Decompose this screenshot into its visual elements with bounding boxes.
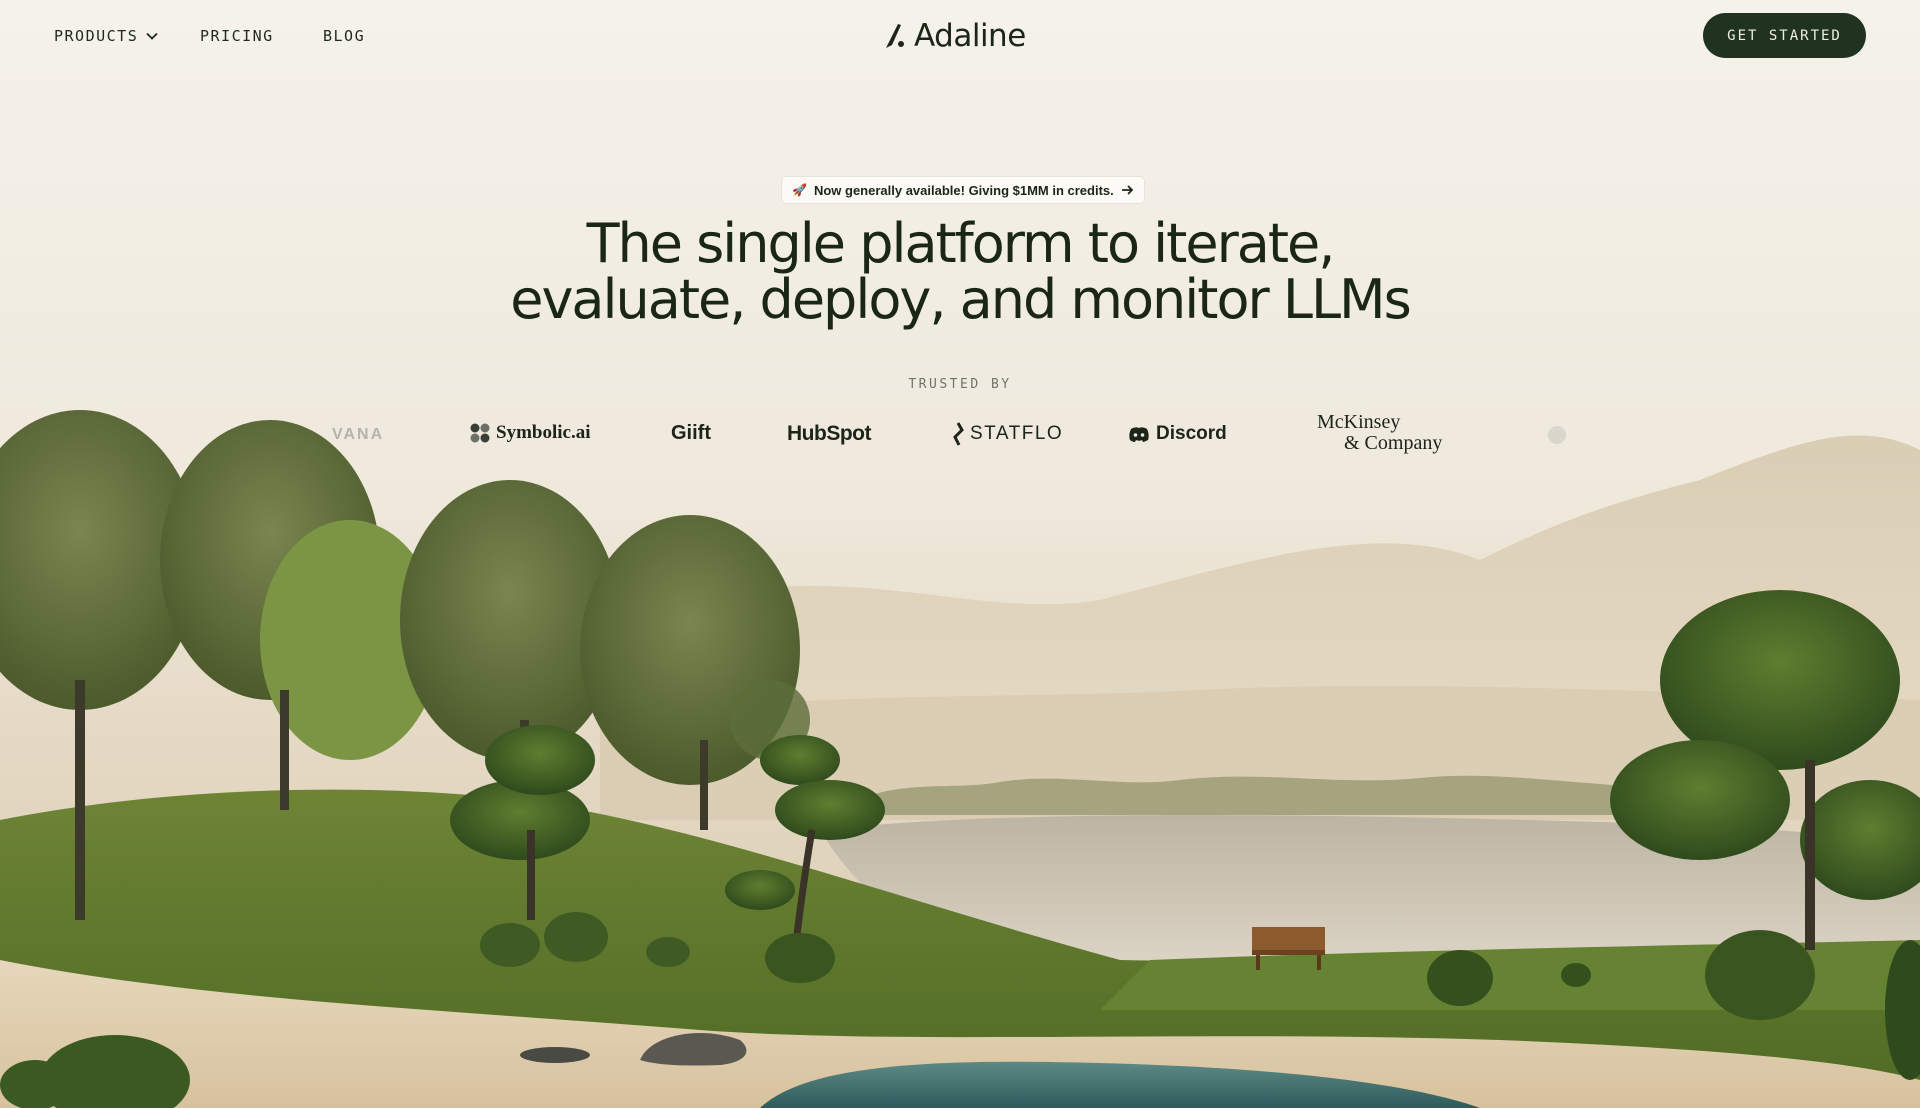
hero-headline: The single platform to iterate, evaluate…: [460, 216, 1460, 328]
get-started-button[interactable]: GET STARTED: [1703, 13, 1866, 58]
brand-name: Adaline: [914, 18, 1026, 54]
announcement-badge[interactable]: 🚀 Now generally available! Giving $1MM i…: [781, 176, 1145, 204]
logo-mckinsey: McKinsey & Company: [1317, 412, 1442, 454]
logo-vana-text: VANA: [332, 426, 385, 443]
chevron-down-icon: [146, 32, 158, 40]
brand-logo[interactable]: Adaline: [884, 18, 1026, 54]
logo-mckinsey-line-2: & Company: [1344, 432, 1443, 454]
logo-giift: Giift: [671, 422, 711, 445]
logo-hubspot: HubSpot: [787, 422, 871, 446]
trusted-by-label: TRUSTED BY: [908, 377, 1012, 392]
logo-symbolic-ai: Symbolic.ai: [470, 422, 590, 444]
partial-logo: [1548, 426, 1566, 444]
adaline-logo-icon: [886, 24, 904, 48]
customer-logos-strip: VANA Symbolic.ai Giift HubSpot STATFLO D…: [0, 410, 1920, 460]
logo-hubspot-text: HubSpot: [787, 422, 871, 445]
logo-mckinsey-line-1: McKinsey: [1317, 411, 1401, 433]
headline-line-1: The single platform to iterate,: [586, 212, 1336, 275]
logo-vana: VANA: [332, 426, 384, 444]
discord-mark-icon: [1129, 426, 1149, 442]
rocket-icon: 🚀: [792, 183, 807, 197]
announcement-text: Now generally available! Giving $1MM in …: [813, 182, 1114, 198]
top-navigation: PRODUCTS PRICING BLOG Adaline GET STARTE…: [0, 0, 1920, 72]
logo-statflo-text: STATFLO: [970, 423, 1064, 444]
hero-landscape-illustration: [0, 0, 1920, 1108]
logo-statflo: STATFLO: [952, 422, 1063, 446]
statflo-mark-icon: [953, 422, 964, 446]
logo-giift-text: Giift: [671, 422, 711, 444]
nav-pricing-link[interactable]: PRICING: [200, 27, 274, 45]
nav-products-dropdown[interactable]: PRODUCTS: [54, 27, 158, 45]
symbolic-ai-mark-icon: [470, 423, 490, 443]
logo-discord-text: Discord: [1156, 423, 1227, 444]
logo-symbolic-ai-text: Symbolic.ai: [496, 422, 591, 443]
logo-discord: Discord: [1128, 423, 1227, 445]
arrow-right-icon: [1121, 185, 1134, 195]
nav-blog-link[interactable]: BLOG: [323, 27, 365, 45]
nav-products-label: PRODUCTS: [54, 27, 139, 45]
headline-line-2: evaluate, deploy, and monitor LLMs: [510, 268, 1412, 331]
